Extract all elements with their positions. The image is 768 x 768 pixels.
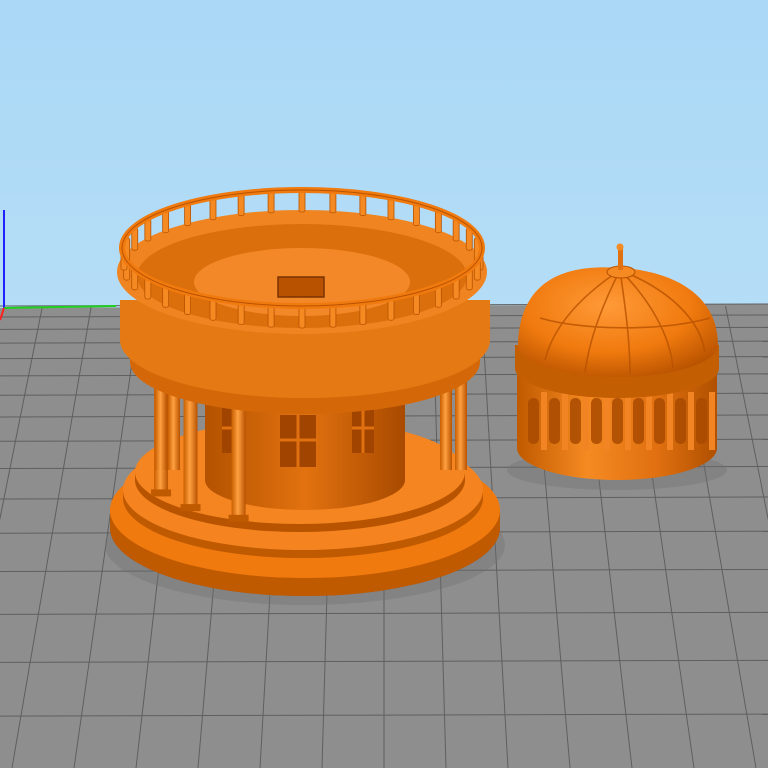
drum-pilaster [688,392,694,450]
drum-pilaster [562,392,568,450]
temple-base-model[interactable] [105,187,505,605]
window [280,415,316,467]
drum-pilaster [667,392,673,450]
drum-niche [696,398,707,444]
drum-niche [654,398,665,444]
drum-niche [549,398,560,444]
drum-niche [528,398,539,444]
drum-niche [675,398,686,444]
column-base [180,504,201,512]
roof-hatch [277,276,325,298]
baluster [209,197,217,221]
column-base [228,514,249,522]
drum-pilaster [583,392,589,450]
baluster [298,189,306,213]
drum-pilaster [625,392,631,450]
column [231,395,246,521]
baluster [237,193,245,216]
drum-pilaster [709,392,715,450]
drum-pilaster [604,392,610,450]
baluster [267,190,275,214]
drum-niche [612,398,623,444]
baluster [359,193,367,216]
scene-canvas[interactable] [0,0,768,768]
drum-pilaster [541,392,547,450]
drum-niche [633,398,644,444]
baluster [387,197,395,221]
3d-viewport[interactable] [0,0,768,768]
baluster [267,304,275,328]
column [183,385,198,511]
baluster [329,304,337,328]
column-base [151,489,172,497]
baluster [298,305,306,329]
drum-niche [591,398,602,444]
drum-pilaster [646,392,652,450]
baluster [329,190,337,214]
drum-niche [570,398,581,444]
window [352,405,374,453]
